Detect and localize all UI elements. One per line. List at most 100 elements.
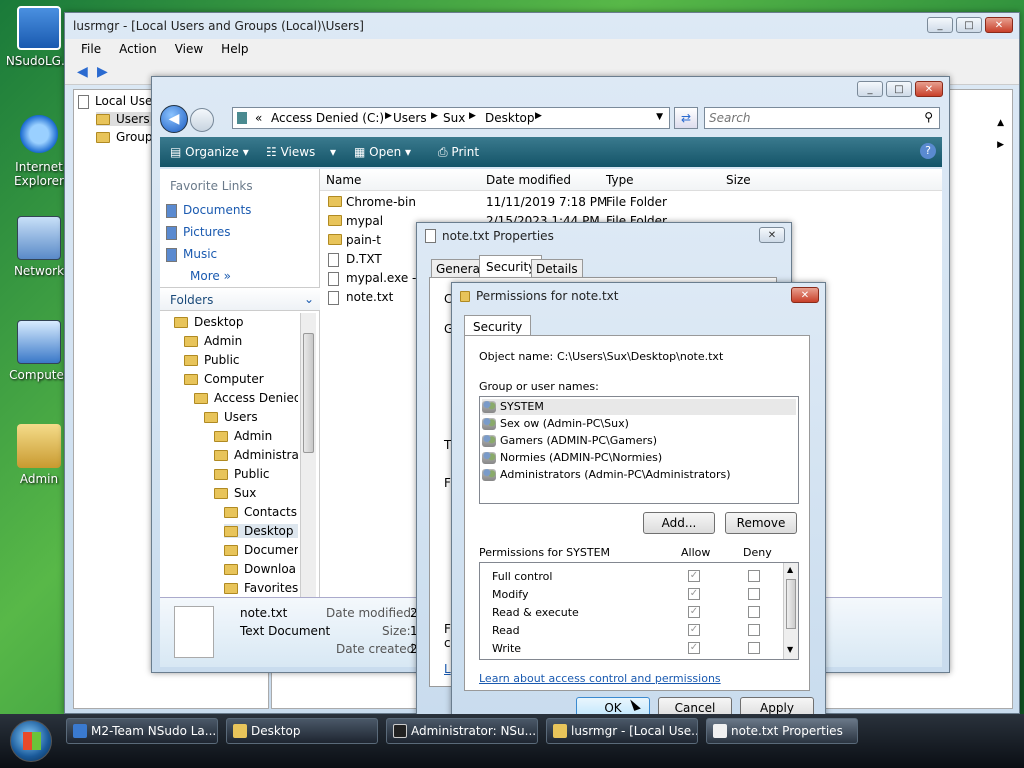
- breadcrumb-drive[interactable]: Access Denied (C:): [271, 111, 384, 125]
- allow-checkbox[interactable]: ✓: [688, 606, 700, 618]
- address-bar[interactable]: « Access Denied (C:) ▶ Users ▶ Sux ▶ Des…: [232, 107, 670, 129]
- folder-tree-item[interactable]: Desktop: [174, 315, 244, 329]
- file-row[interactable]: Chrome-bin 11/11/2019 7:18 PM File Folder: [320, 193, 942, 212]
- access-control-link[interactable]: Learn about access control and permissio…: [479, 672, 721, 685]
- folder-tree-item[interactable]: Access Denied: [194, 391, 298, 405]
- lusrmgr-titlebar[interactable]: lusrmgr - [Local Users and Groups (Local…: [65, 13, 1019, 39]
- folder-tree-item[interactable]: Favorites: [224, 581, 298, 595]
- tab-details[interactable]: Details: [531, 259, 583, 279]
- search-icon[interactable]: ⚲: [924, 110, 933, 124]
- folder-tree-item[interactable]: Documer: [224, 543, 298, 557]
- allow-checkbox[interactable]: ✓: [688, 642, 700, 654]
- deny-checkbox[interactable]: [748, 606, 760, 618]
- taskbar-button-properties[interactable]: note.txt Properties: [706, 718, 858, 744]
- organize-button[interactable]: ▤ Organize ▾: [170, 145, 249, 159]
- search-box[interactable]: ⚲: [704, 107, 940, 129]
- scrollbar-thumb[interactable]: [786, 579, 796, 629]
- taskbar-button-cmd[interactable]: Administrator: NSu...: [386, 718, 538, 744]
- fav-link-music[interactable]: Music: [166, 247, 217, 262]
- allow-checkbox[interactable]: ✓: [688, 570, 700, 582]
- taskbar-button-lusrmgr[interactable]: lusrmgr - [Local Use...: [546, 718, 698, 744]
- scroll-down-icon[interactable]: ▼: [787, 645, 793, 654]
- user-list-item[interactable]: Normies (ADMIN-PC\Normies): [482, 450, 796, 466]
- deny-checkbox[interactable]: [748, 624, 760, 636]
- user-list-item[interactable]: Sex ow (Admin-PC\Sux): [482, 416, 796, 432]
- tree-item-local-users[interactable]: Local User: [78, 94, 157, 109]
- column-type[interactable]: Type: [606, 173, 634, 187]
- folder-tree-item[interactable]: Users: [204, 410, 258, 424]
- menu-help[interactable]: Help: [221, 39, 248, 59]
- user-list-item[interactable]: Gamers (ADMIN-PC\Gamers): [482, 433, 796, 449]
- minimize-button[interactable]: _: [927, 17, 953, 33]
- tree-item-groups[interactable]: Group: [96, 130, 153, 144]
- breadcrumb-desktop[interactable]: Desktop: [485, 111, 535, 125]
- tree-item-users[interactable]: Users: [96, 112, 154, 126]
- user-list-item[interactable]: Administrators (Admin-PC\Administrators): [482, 467, 796, 483]
- scroll-up-icon[interactable]: ▲: [787, 565, 793, 574]
- close-button[interactable]: ✕: [915, 81, 943, 97]
- close-button[interactable]: ✕: [759, 227, 785, 243]
- collapse-arrow-icon[interactable]: ▲: [997, 118, 1004, 128]
- scrollbar-thumb[interactable]: [303, 333, 314, 453]
- folder-tree-item[interactable]: Downloa: [224, 562, 296, 576]
- back-arrow-icon[interactable]: ◀: [77, 64, 88, 80]
- menu-action[interactable]: Action: [119, 39, 157, 59]
- user-list[interactable]: SYSTEM Sex ow (Admin-PC\Sux) Gamers (ADMIN…: [479, 396, 799, 504]
- maximize-button[interactable]: □: [886, 81, 912, 97]
- column-name[interactable]: Name: [326, 173, 361, 187]
- expand-arrow-icon[interactable]: ▶: [997, 140, 1004, 150]
- folder-tree-item[interactable]: Public: [184, 353, 240, 367]
- views-dropdown-icon[interactable]: ▾: [330, 145, 336, 159]
- folders-header[interactable]: Folders ⌄: [160, 287, 320, 311]
- folder-tree-item[interactable]: Desktop: [224, 524, 298, 538]
- folder-tree-item[interactable]: Sux: [214, 486, 256, 500]
- folder-tree-item[interactable]: Admin: [184, 334, 242, 348]
- help-icon[interactable]: ?: [920, 143, 936, 159]
- start-button[interactable]: [10, 720, 52, 762]
- menu-file[interactable]: File: [81, 39, 101, 59]
- more-link[interactable]: More »: [190, 269, 231, 283]
- fav-link-documents[interactable]: Documents: [166, 203, 251, 218]
- folder-tree-item[interactable]: Admin: [214, 429, 272, 443]
- folder-tree-item[interactable]: Contacts: [224, 505, 297, 519]
- properties-titlebar[interactable]: note.txt Properties: [417, 223, 791, 249]
- minimize-button[interactable]: _: [857, 81, 883, 97]
- fav-link-pictures[interactable]: Pictures: [166, 225, 231, 240]
- user-list-item[interactable]: SYSTEM: [482, 399, 796, 415]
- dropdown-arrow-icon[interactable]: ▼: [656, 112, 663, 122]
- deny-checkbox[interactable]: [748, 570, 760, 582]
- allow-checkbox[interactable]: ✓: [688, 588, 700, 600]
- folder-tree-item[interactable]: Computer: [184, 372, 264, 386]
- deny-checkbox[interactable]: [748, 642, 760, 654]
- perm-scrollbar[interactable]: ▲ ▼: [783, 563, 798, 659]
- refresh-button[interactable]: ⇄: [674, 107, 698, 129]
- breadcrumb-users[interactable]: Users: [393, 111, 427, 125]
- taskbar-button-desktop[interactable]: Desktop: [226, 718, 378, 744]
- forward-arrow-icon[interactable]: ▶: [97, 64, 108, 80]
- print-button[interactable]: ⎙ Print: [438, 145, 479, 160]
- menu-view[interactable]: View: [175, 39, 203, 59]
- allow-checkbox[interactable]: ✓: [688, 624, 700, 636]
- back-button[interactable]: ◀: [160, 105, 188, 133]
- breadcrumb-sux[interactable]: Sux: [443, 111, 465, 125]
- views-button[interactable]: ☷ Views: [266, 145, 315, 159]
- folder-tree-scrollbar[interactable]: [300, 313, 316, 597]
- permission-name: Write: [492, 642, 522, 655]
- close-button[interactable]: ✕: [791, 287, 819, 303]
- remove-button[interactable]: Remove: [725, 512, 797, 534]
- deny-checkbox[interactable]: [748, 588, 760, 600]
- search-input[interactable]: [709, 111, 909, 125]
- chevron-down-icon[interactable]: ⌄: [304, 292, 314, 306]
- forward-button[interactable]: [190, 108, 214, 132]
- close-button[interactable]: ✕: [985, 17, 1013, 33]
- column-date-modified[interactable]: Date modified: [486, 173, 571, 187]
- folder-icon: [214, 431, 228, 442]
- taskbar-button-nsudo[interactable]: M2-Team NSudo La...: [66, 718, 218, 744]
- column-size[interactable]: Size: [726, 173, 751, 187]
- permissions-titlebar[interactable]: Permissions for note.txt: [452, 283, 825, 309]
- folder-tree-item[interactable]: Public: [214, 467, 270, 481]
- open-button[interactable]: ▦ Open ▾: [354, 145, 411, 159]
- folder-tree-item[interactable]: Administra: [214, 448, 298, 462]
- maximize-button[interactable]: □: [956, 17, 982, 33]
- add-button[interactable]: Add...: [643, 512, 715, 534]
